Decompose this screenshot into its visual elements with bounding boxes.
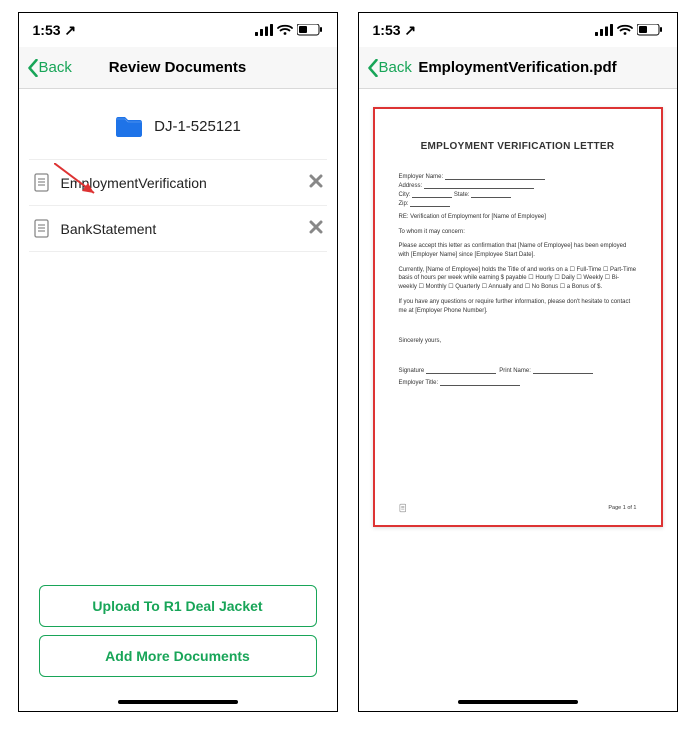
re-line: RE: Verification of Employment for [Name…: [399, 213, 637, 222]
folder-icon: [114, 113, 144, 139]
battery-icon: [637, 24, 663, 36]
doc-heading: EMPLOYMENT VERIFICATION LETTER: [399, 141, 637, 152]
sincerely: Sincerely yours,: [399, 337, 637, 346]
signal-icon: [595, 24, 613, 36]
location-arrow-icon: ↗: [404, 22, 416, 38]
field-employer-name: Employer Name:: [399, 174, 637, 180]
nav-bar: Back Review Documents: [19, 47, 337, 89]
page-footer: Page 1 of 1: [399, 503, 637, 513]
wifi-icon: [617, 24, 633, 36]
status-icons: [255, 24, 323, 36]
content-area: DJ-1-525121 EmploymentVerification BankS…: [19, 89, 337, 579]
status-bar: 1:53 ↗: [19, 13, 337, 47]
close-icon: [309, 174, 323, 188]
document-row[interactable]: EmploymentVerification: [29, 160, 327, 206]
field-zip: Zip:: [399, 201, 637, 207]
status-icons: [595, 24, 663, 36]
document-row[interactable]: BankStatement: [29, 206, 327, 252]
back-label: Back: [379, 59, 412, 76]
back-label: Back: [39, 59, 72, 76]
preview-area[interactable]: EMPLOYMENT VERIFICATION LETTER Employer …: [359, 89, 677, 693]
field-city-state: City: State:: [399, 192, 637, 198]
document-icon: [33, 219, 51, 238]
document-list: EmploymentVerification BankStatement: [29, 159, 327, 252]
doc-footer-icon: [399, 503, 407, 513]
battery-icon: [297, 24, 323, 36]
add-more-documents-button[interactable]: Add More Documents: [39, 635, 317, 677]
folder-header[interactable]: DJ-1-525121: [29, 89, 327, 159]
bottom-actions: Upload To R1 Deal Jacket Add More Docume…: [19, 579, 337, 693]
delete-document-button[interactable]: [309, 172, 323, 193]
upload-to-deal-jacket-button[interactable]: Upload To R1 Deal Jacket: [39, 585, 317, 627]
phone-document-preview: 1:53 ↗ Back EmploymentVerification.pdf E…: [358, 12, 678, 712]
document-icon: [33, 173, 51, 192]
field-address: Address:: [399, 183, 637, 189]
signature-line: Signature Print Name:: [399, 368, 637, 374]
chevron-left-icon: [27, 59, 39, 77]
back-button[interactable]: Back: [367, 59, 412, 77]
pdf-page: EMPLOYMENT VERIFICATION LETTER Employer …: [373, 107, 663, 527]
status-bar: 1:53 ↗: [359, 13, 677, 47]
paragraph-3: If you have any questions or require fur…: [399, 298, 637, 315]
location-arrow-icon: ↗: [64, 22, 76, 38]
status-time: 1:53 ↗: [373, 22, 417, 39]
page-number: Page 1 of 1: [608, 505, 636, 511]
status-time: 1:53 ↗: [33, 22, 77, 39]
home-indicator[interactable]: [19, 693, 337, 711]
document-name: EmploymentVerification: [61, 175, 299, 191]
folder-name: DJ-1-525121: [154, 118, 241, 135]
phone-review-documents: 1:53 ↗ Back Review Documents DJ-1-525121: [18, 12, 338, 712]
chevron-left-icon: [367, 59, 379, 77]
document-name: BankStatement: [61, 221, 299, 237]
paragraph-2: Currently, [Name of Employee] holds the …: [399, 266, 637, 292]
wifi-icon: [277, 24, 293, 36]
back-button[interactable]: Back: [27, 59, 72, 77]
screenshots-row: 1:53 ↗ Back Review Documents DJ-1-525121: [12, 12, 683, 712]
nav-bar: Back EmploymentVerification.pdf: [359, 47, 677, 89]
paragraph-1: Please accept this letter as confirmatio…: [399, 242, 637, 259]
home-indicator[interactable]: [359, 693, 677, 711]
delete-document-button[interactable]: [309, 218, 323, 239]
close-icon: [309, 220, 323, 234]
signal-icon: [255, 24, 273, 36]
salutation: To whom it may concern:: [399, 228, 637, 237]
employer-title-line: Employer Title:: [399, 380, 637, 386]
